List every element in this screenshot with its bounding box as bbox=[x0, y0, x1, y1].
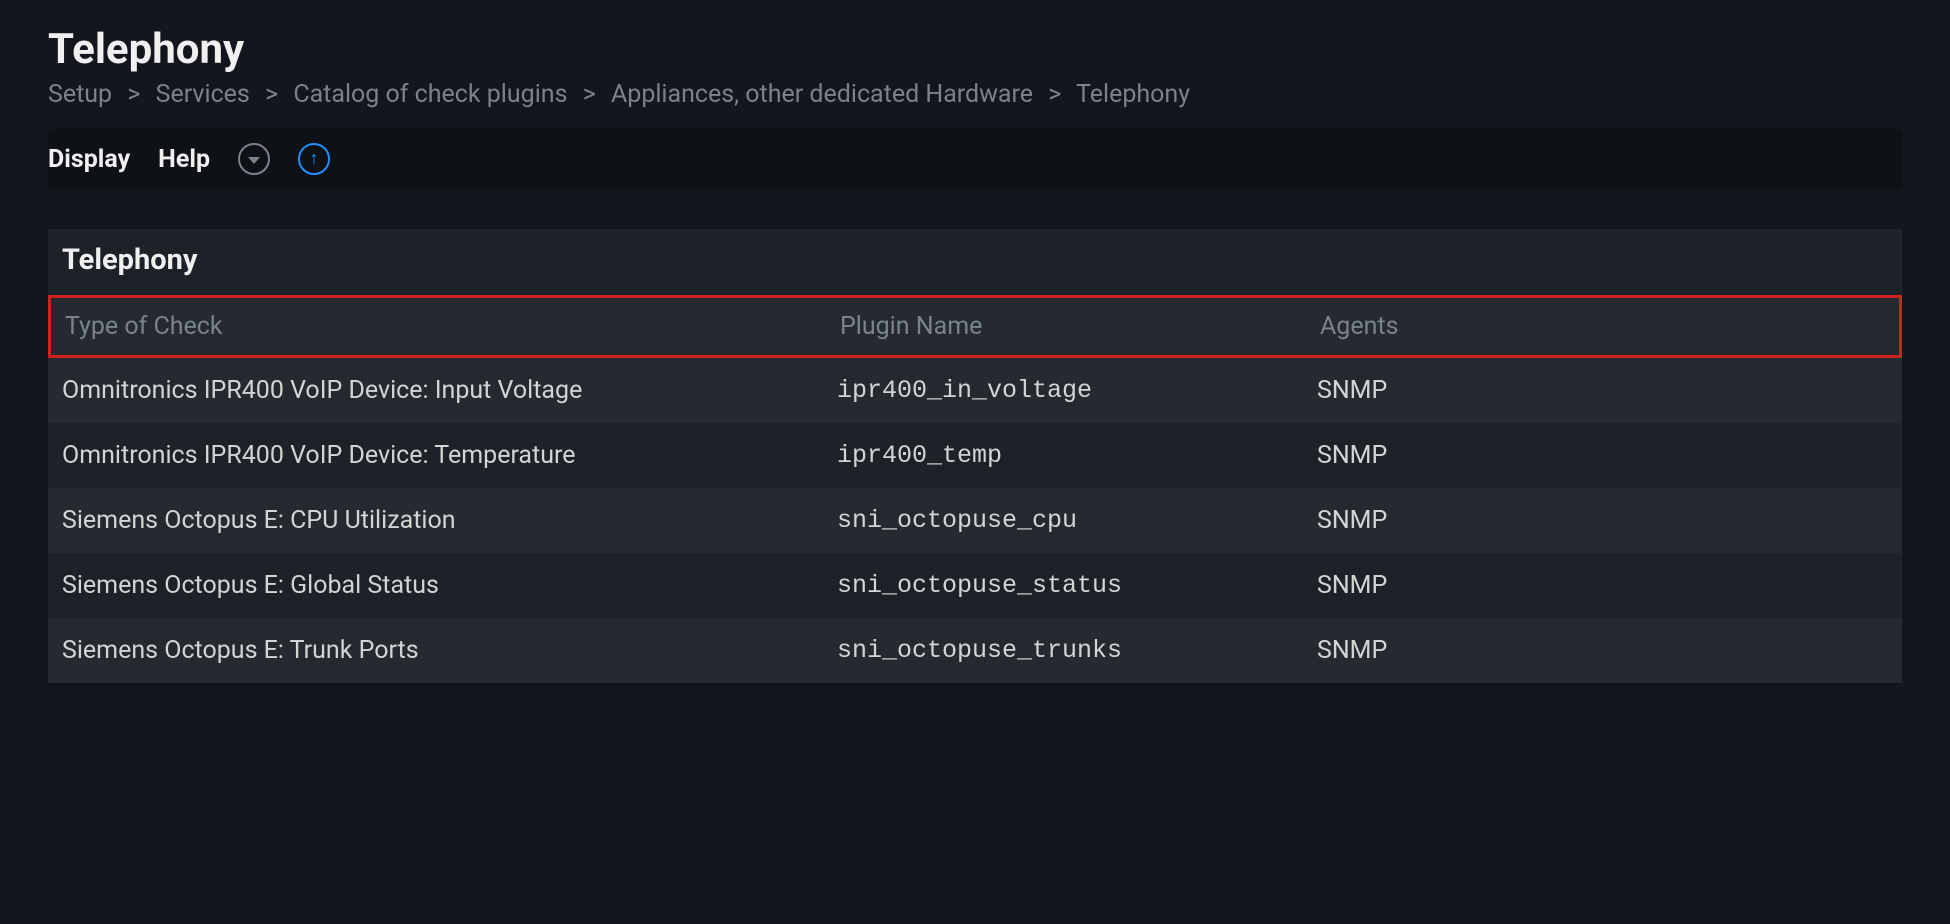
display-button[interactable]: Display bbox=[48, 145, 130, 174]
breadcrumb-item[interactable]: Setup bbox=[48, 80, 112, 109]
chevron-down-glyph bbox=[248, 157, 260, 164]
cell-plugin: ipr400_temp bbox=[837, 441, 1317, 470]
cell-type: Omnitronics IPR400 VoIP Device: Temperat… bbox=[62, 441, 837, 470]
cell-agents: SNMP bbox=[1317, 376, 1888, 405]
breadcrumb-sep: > bbox=[127, 80, 140, 109]
help-button[interactable]: Help bbox=[158, 145, 210, 174]
table-row[interactable]: Siemens Octopus E: Trunk Ports sni_octop… bbox=[48, 618, 1902, 683]
toolbar: Display Help ↑ bbox=[48, 129, 1902, 189]
cell-type: Siemens Octopus E: Trunk Ports bbox=[62, 636, 837, 665]
cell-agents: SNMP bbox=[1317, 506, 1888, 535]
table: Type of Check Plugin Name Agents Omnitro… bbox=[48, 295, 1902, 683]
table-header-row: Type of Check Plugin Name Agents bbox=[48, 295, 1902, 358]
page-title: Telephony bbox=[48, 25, 1902, 74]
breadcrumb-sep: > bbox=[1048, 80, 1061, 109]
breadcrumb-sep: > bbox=[265, 80, 278, 109]
cell-type: Siemens Octopus E: Global Status bbox=[62, 571, 837, 600]
header-agents[interactable]: Agents bbox=[1320, 312, 1885, 341]
panel: Telephony Type of Check Plugin Name Agen… bbox=[48, 229, 1902, 683]
breadcrumb-item[interactable]: Services bbox=[156, 80, 250, 109]
chevron-down-icon[interactable] bbox=[238, 143, 270, 175]
table-row[interactable]: Siemens Octopus E: CPU Utilization sni_o… bbox=[48, 488, 1902, 553]
cell-plugin: sni_octopuse_status bbox=[837, 571, 1317, 600]
arrow-up-icon[interactable]: ↑ bbox=[298, 143, 330, 175]
breadcrumb-item[interactable]: Appliances, other dedicated Hardware bbox=[611, 80, 1033, 109]
breadcrumb-sep: > bbox=[583, 80, 596, 109]
breadcrumb-item[interactable]: Catalog of check plugins bbox=[293, 80, 567, 109]
table-row[interactable]: Omnitronics IPR400 VoIP Device: Temperat… bbox=[48, 423, 1902, 488]
cell-plugin: sni_octopuse_cpu bbox=[837, 506, 1317, 535]
breadcrumb-item[interactable]: Telephony bbox=[1076, 80, 1190, 109]
table-row[interactable]: Siemens Octopus E: Global Status sni_oct… bbox=[48, 553, 1902, 618]
header-plugin[interactable]: Plugin Name bbox=[840, 312, 1320, 341]
breadcrumb: Setup > Services > Catalog of check plug… bbox=[48, 80, 1902, 109]
cell-type: Omnitronics IPR400 VoIP Device: Input Vo… bbox=[62, 376, 837, 405]
header-type[interactable]: Type of Check bbox=[65, 312, 840, 341]
cell-agents: SNMP bbox=[1317, 571, 1888, 600]
panel-title: Telephony bbox=[48, 229, 1902, 295]
cell-plugin: ipr400_in_voltage bbox=[837, 376, 1317, 405]
cell-agents: SNMP bbox=[1317, 636, 1888, 665]
arrow-up-glyph: ↑ bbox=[310, 150, 319, 168]
table-row[interactable]: Omnitronics IPR400 VoIP Device: Input Vo… bbox=[48, 358, 1902, 423]
cell-type: Siemens Octopus E: CPU Utilization bbox=[62, 506, 837, 535]
cell-agents: SNMP bbox=[1317, 441, 1888, 470]
cell-plugin: sni_octopuse_trunks bbox=[837, 636, 1317, 665]
